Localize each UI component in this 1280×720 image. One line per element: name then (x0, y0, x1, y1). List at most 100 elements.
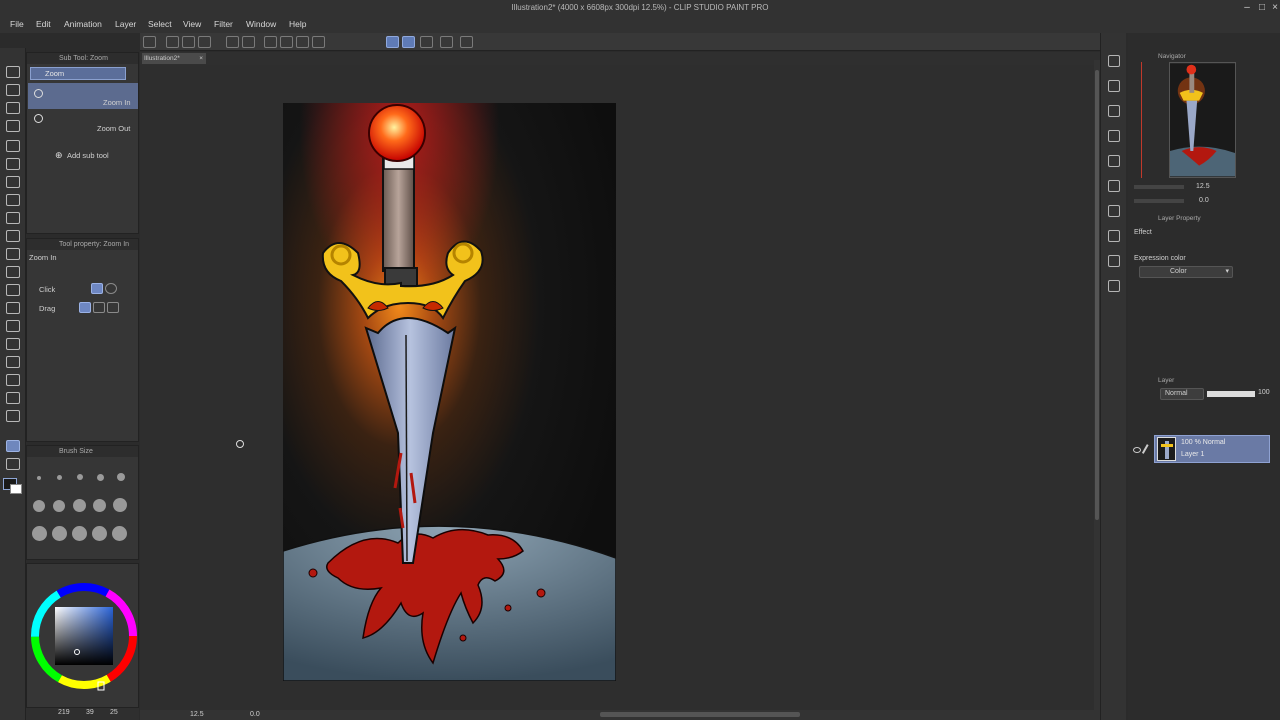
brush-size-preset[interactable] (32, 526, 47, 541)
frame-tool-icon[interactable] (6, 140, 20, 152)
panel-toggle-icon[interactable] (1108, 255, 1120, 267)
undo-icon[interactable] (226, 36, 239, 48)
maximize-icon[interactable]: □ (1255, 1, 1269, 15)
brush-size-preset[interactable] (73, 499, 86, 512)
blend-mode-dropdown[interactable]: Normal (1160, 388, 1204, 400)
subtool-item-zoom-out[interactable]: Zoom Out (28, 111, 138, 135)
fill-tool-icon[interactable] (6, 392, 20, 404)
expression-color-dropdown[interactable]: Color ▾ (1139, 266, 1233, 278)
brush-size-preset[interactable] (53, 500, 65, 512)
add-subtool-button[interactable]: Add sub tool (67, 151, 109, 160)
brush-size-preset[interactable] (52, 526, 67, 541)
navigator-rotation-slider[interactable] (1134, 199, 1184, 203)
navigator-rotation[interactable]: 0.0 (1199, 197, 1209, 204)
brush-size-preset[interactable] (93, 499, 106, 512)
panel-toggle-icon[interactable] (1108, 230, 1120, 242)
subtool-group-zoom[interactable]: Zoom (30, 67, 126, 80)
navigator-thumbnail[interactable] (1169, 62, 1236, 178)
ink-tool-icon[interactable] (6, 266, 20, 278)
hand-tool-icon[interactable] (6, 458, 20, 470)
open-icon[interactable] (182, 36, 195, 48)
new-canvas-icon[interactable] (143, 36, 156, 48)
vertical-scrollbar-thumb[interactable] (1095, 70, 1099, 520)
snap-grid-icon[interactable] (420, 36, 433, 48)
select-tool-icon[interactable] (6, 102, 20, 114)
menu-file[interactable]: File (10, 19, 24, 29)
brush-size-preset[interactable] (112, 526, 127, 541)
operation-tool-icon[interactable] (6, 120, 20, 132)
click-zoom-option[interactable] (105, 283, 117, 294)
canvas-artwork[interactable] (283, 103, 616, 681)
menu-select[interactable]: Select (148, 19, 172, 29)
close-icon[interactable]: × (1268, 1, 1280, 15)
ruler-icon[interactable] (440, 36, 453, 48)
eyedropper-icon[interactable] (460, 36, 473, 48)
move-tool-icon[interactable] (6, 84, 20, 96)
panel-toggle-icon[interactable] (1108, 55, 1120, 67)
panel-toggle-icon[interactable] (1108, 180, 1120, 192)
opacity-slider[interactable] (1207, 391, 1255, 397)
minimize-icon[interactable]: – (1240, 1, 1254, 15)
transform-icon[interactable] (312, 36, 325, 48)
panel-toggle-icon[interactable] (1108, 280, 1120, 292)
figure-tool-icon[interactable] (6, 374, 20, 386)
document-tab[interactable]: Illustration2* × (142, 53, 206, 64)
decoration-tool-icon[interactable] (6, 338, 20, 350)
navigator-zoom-slider[interactable] (1134, 185, 1184, 189)
clear-icon[interactable] (280, 36, 293, 48)
color-picker-tool-icon[interactable] (6, 410, 20, 422)
drag-zoom-in-option[interactable] (93, 302, 105, 313)
brush-tool-icon[interactable] (6, 248, 20, 260)
menu-window[interactable]: Window (246, 19, 276, 29)
brush-size-preset[interactable] (33, 500, 45, 512)
eraser-tool-icon[interactable] (6, 302, 20, 314)
menu-layer[interactable]: Layer (115, 19, 136, 29)
zoom-tool-icon[interactable] (6, 66, 20, 78)
menu-help[interactable]: Help (289, 19, 306, 29)
horizontal-scrollbar-thumb[interactable] (600, 712, 800, 717)
pen-tool-icon[interactable] (6, 158, 20, 170)
brush-size-preset[interactable] (72, 526, 87, 541)
menu-edit[interactable]: Edit (36, 19, 51, 29)
airbrush-tool-icon[interactable] (6, 284, 20, 296)
new-file-icon[interactable] (166, 36, 179, 48)
brush-size-preset[interactable] (77, 474, 83, 480)
pencil-tool-icon[interactable] (6, 230, 20, 242)
drag-zoom-option[interactable] (79, 302, 91, 313)
panel-toggle-icon[interactable] (1108, 80, 1120, 92)
balloon-tool-icon[interactable] (6, 194, 20, 206)
settings-icon[interactable] (264, 36, 277, 48)
panel-toggle-icon[interactable] (1108, 205, 1120, 217)
panel-toggle-icon[interactable] (1108, 155, 1120, 167)
blend-tool-icon[interactable] (6, 320, 20, 332)
color-wheel[interactable] (27, 564, 140, 704)
snap-special-ruler-icon[interactable] (402, 36, 415, 48)
menu-filter[interactable]: Filter (214, 19, 233, 29)
zoom-readout[interactable]: 12.5 (190, 711, 204, 718)
subtool-item-zoom-in[interactable]: Zoom In (28, 83, 138, 109)
navigator-zoom[interactable]: 12.5 (1196, 183, 1210, 190)
click-zoom-in-option[interactable] (91, 283, 103, 294)
brush-size-preset[interactable] (113, 498, 127, 512)
brush-size-preset[interactable] (37, 476, 41, 480)
lasso-tool-icon[interactable] (6, 356, 20, 368)
drag-zoom-out-option[interactable] (107, 302, 119, 313)
panel-toggle-icon[interactable] (1108, 130, 1120, 142)
menu-view[interactable]: View (183, 19, 201, 29)
save-icon[interactable] (198, 36, 211, 48)
close-tab-icon[interactable]: × (199, 53, 203, 64)
fill-icon[interactable] (296, 36, 309, 48)
zoom-active-tool-icon[interactable] (6, 440, 20, 452)
snap-ruler-icon[interactable] (386, 36, 399, 48)
menu-animation[interactable]: Animation (64, 19, 102, 29)
brush-size-preset[interactable] (92, 526, 107, 541)
angle-readout[interactable]: 0.0 (250, 711, 260, 718)
redo-icon[interactable] (242, 36, 255, 48)
panel-toggle-icon[interactable] (1108, 105, 1120, 117)
text-tool-icon[interactable] (6, 176, 20, 188)
gradient-tool-icon[interactable] (6, 212, 20, 224)
sub-color-swatch[interactable] (10, 484, 22, 494)
eye-icon[interactable] (1133, 447, 1141, 453)
opacity-value[interactable]: 100 (1258, 389, 1270, 396)
brush-size-preset[interactable] (57, 475, 62, 480)
